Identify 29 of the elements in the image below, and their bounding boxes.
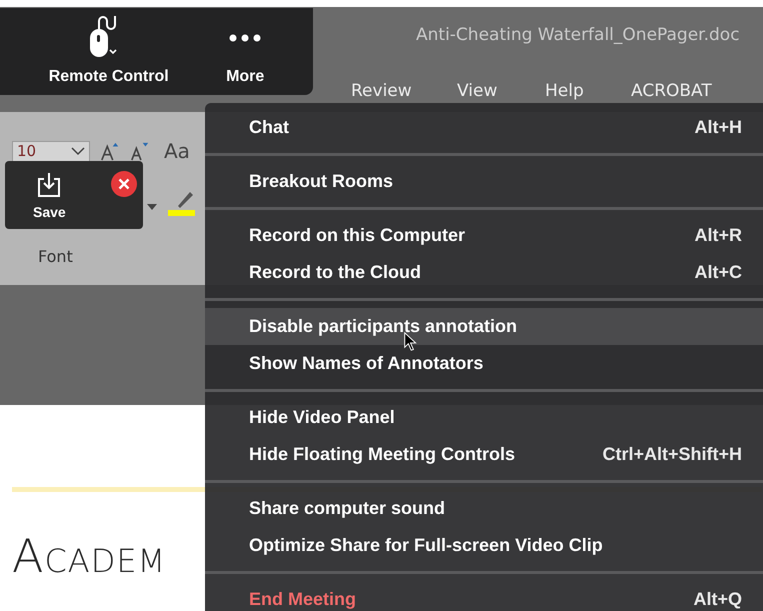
menu-item[interactable]: Show Names of Annotators	[205, 345, 763, 382]
ribbon-tab[interactable]: Review	[351, 79, 412, 104]
menu-item[interactable]: Hide Floating Meeting Controls Ctrl+Alt+Shift+H	[205, 436, 763, 473]
group-label: Font	[38, 246, 73, 268]
save-button[interactable]: Save	[33, 171, 66, 223]
menu-item[interactable]: Record to the Cloud Alt+C	[205, 254, 763, 291]
close-icon[interactable]	[111, 171, 137, 197]
shrink-font-icon[interactable]	[130, 141, 150, 161]
menu-item[interactable]: Hide Video Panel	[205, 399, 763, 436]
change-case-button[interactable]: Aa	[164, 136, 190, 166]
menu-item[interactable]: Breakout Rooms	[205, 163, 763, 200]
dropdown-caret-icon[interactable]	[147, 204, 157, 210]
chevron-down-icon[interactable]	[71, 146, 85, 156]
document-title: Anti-Cheating Waterfall_OnePager.doc	[416, 25, 740, 45]
remote-control-button[interactable]: Remote Control	[48, 8, 169, 95]
font-size-field[interactable]: 10	[12, 140, 90, 162]
menu-item[interactable]: Share computer sound	[205, 490, 763, 527]
ribbon-tab[interactable]: Help	[545, 79, 584, 104]
ribbon-tab[interactable]: View	[457, 79, 498, 104]
menu-item[interactable]: Disable participants annotation	[205, 308, 763, 345]
ribbon-tab[interactable]: ACROBAT	[631, 79, 712, 104]
menu-item[interactable]: Optimize Share for Full-screen Video Clip	[205, 527, 763, 564]
menu-item[interactable]: Record on this Computer Alt+R	[205, 217, 763, 254]
menu-item[interactable]: Chat Alt+H	[205, 109, 763, 146]
more-button[interactable]: More	[226, 8, 264, 95]
end-meeting-item[interactable]: End Meeting Alt+Q	[205, 581, 763, 611]
grow-font-icon[interactable]	[100, 141, 120, 161]
more-icon	[228, 33, 262, 43]
document-heading: Academ	[12, 528, 166, 585]
